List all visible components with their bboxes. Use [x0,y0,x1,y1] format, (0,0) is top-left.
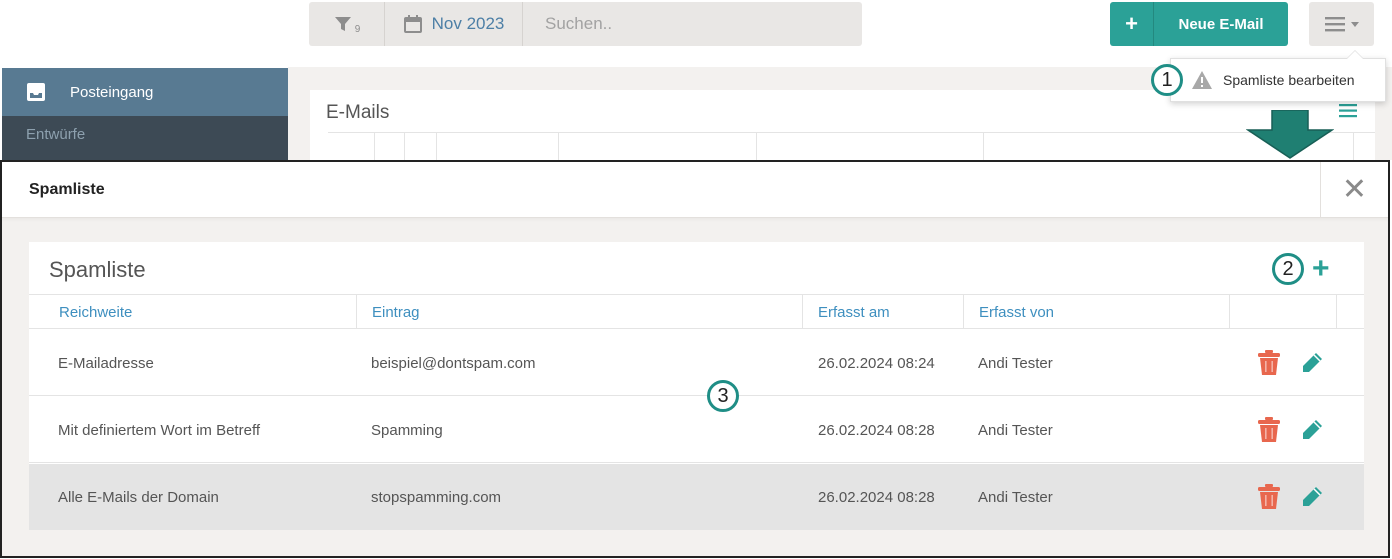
cell-entry: Spamming [371,421,443,439]
main-menu-button[interactable] [1309,2,1374,46]
spamlist-modal: Spamliste ✕ Spamliste + Reichweite Eintr… [0,160,1390,558]
close-icon[interactable]: ✕ [1320,162,1388,217]
pencil-icon[interactable] [1301,352,1323,374]
pencil-icon[interactable] [1301,419,1323,441]
modal-title: Spamliste [29,180,105,198]
warning-icon [1192,71,1212,89]
row-actions [1257,330,1323,396]
cell-scope: E-Mailadresse [58,354,154,372]
pencil-icon[interactable] [1301,486,1323,508]
trash-icon[interactable] [1257,417,1281,443]
cell-scope: Mit definiertem Wort im Betreff [58,421,261,439]
cell-date: 26.02.2024 08:28 [818,421,935,439]
date-label: Nov 2023 [431,14,505,33]
callout-3: 3 [707,380,739,412]
row-actions [1257,397,1323,463]
top-toolbar: 9 Nov 2023 Suchen.. [309,2,862,46]
table-row-selected[interactable]: Alle E-Mails der Domain stopspamming.com… [29,464,1364,530]
modal-header: Spamliste ✕ [2,162,1388,218]
search-input[interactable]: Suchen.. [523,2,862,46]
filter-icon [334,17,351,31]
new-mail-button[interactable]: + Neue E-Mail [1110,2,1288,46]
filter-count: 9 [354,23,361,35]
calendar-icon [403,15,422,33]
date-picker-button[interactable]: Nov 2023 [385,2,523,46]
down-arrow-icon [1246,110,1334,159]
column-header-scope[interactable]: Reichweite [29,295,355,329]
trash-icon[interactable] [1257,350,1281,376]
sidebar-item-inbox[interactable]: Posteingang [2,68,288,116]
cell-entry: beispiel@dontspam.com [371,354,536,372]
trash-icon[interactable] [1257,484,1281,510]
plus-icon: + [1110,2,1154,46]
sidebar-item-label: Posteingang [70,83,154,101]
column-header-actions [1229,295,1336,329]
table-row[interactable]: Mit definiertem Wort im Betreff Spamming… [29,397,1364,463]
spamlist-edit-menu-item[interactable]: Spamliste bearbeiten [1223,72,1355,88]
spamlist-panel: Spamliste + Reichweite Eintrag Erfasst a… [29,242,1364,530]
table-header: Reichweite Eintrag Erfasst am Erfasst vo… [29,294,1364,329]
callout-2: 2 [1272,253,1304,285]
sidebar-item-drafts[interactable]: Entwürfe [2,116,288,160]
add-icon[interactable]: + [1312,254,1330,284]
cell-date: 26.02.2024 08:28 [818,488,935,506]
column-header-entry[interactable]: Eintrag [356,295,802,329]
emails-menu-icon[interactable] [1339,104,1357,123]
sidebar-item-label: Entwürfe [26,126,86,143]
cell-entry: stopspamming.com [371,488,502,506]
panel-title: Spamliste [49,257,146,282]
chevron-down-icon [1350,21,1359,27]
emails-panel-title: E-Mails [326,102,390,123]
hamburger-icon [1324,17,1345,32]
column-header-spacer [1336,295,1356,329]
inbox-icon [27,83,45,101]
row-actions [1257,464,1323,530]
filter-button[interactable]: 9 [309,2,385,46]
cell-by: Andi Tester [978,421,1053,439]
new-mail-label: Neue E-Mail [1178,15,1264,33]
emails-grid-header [328,132,1375,161]
cell-by: Andi Tester [978,488,1053,506]
table-row[interactable]: E-Mailadresse beispiel@dontspam.com 26.0… [29,330,1364,396]
cell-date: 26.02.2024 08:24 [818,354,935,372]
cell-scope: Alle E-Mails der Domain [58,488,219,506]
cell-by: Andi Tester [978,354,1053,372]
column-header-by[interactable]: Erfasst von [963,295,1230,329]
menu-dropdown: Spamliste bearbeiten [1170,58,1386,102]
column-header-date[interactable]: Erfasst am [802,295,963,329]
sidebar: Posteingang Entwürfe [2,68,288,160]
callout-1: 1 [1151,64,1183,96]
search-placeholder: Suchen.. [545,14,613,33]
